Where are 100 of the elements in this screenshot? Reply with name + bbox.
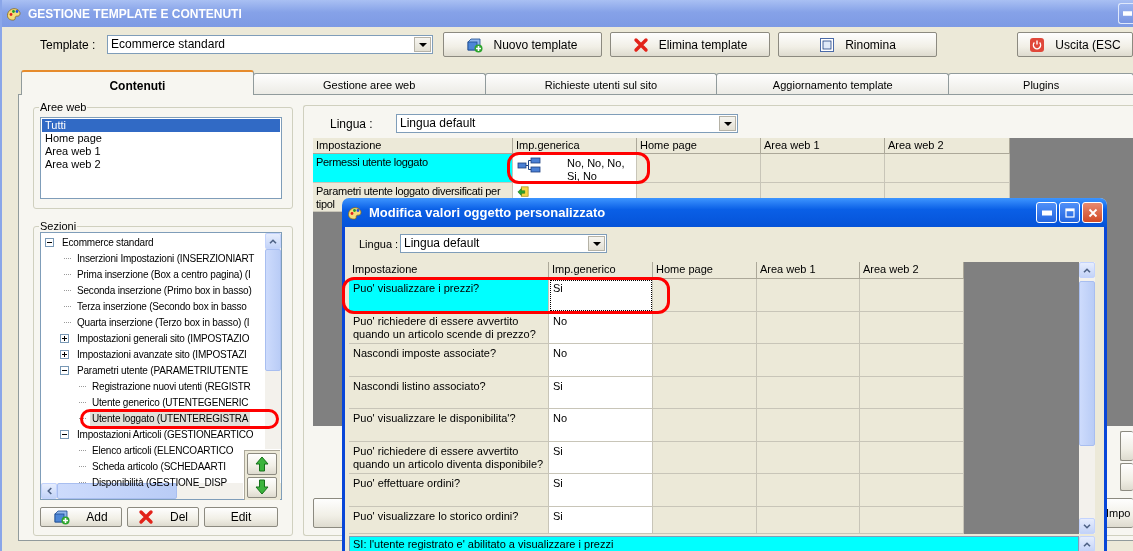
side-button[interactable]: [1120, 463, 1133, 491]
up-arrow-icon: [254, 455, 270, 472]
list-item[interactable]: Home page: [42, 132, 280, 145]
group-label: Aree web: [39, 101, 88, 113]
toolbar-button[interactable]: Uscita (ESC: [1017, 32, 1133, 57]
scroll-up-button[interactable]: [1079, 262, 1095, 278]
field-label: Lingua :: [359, 237, 400, 250]
scroll-down-button[interactable]: [1079, 518, 1095, 534]
toolbar-button[interactable]: Rinomina: [778, 32, 937, 57]
list-box[interactable]: Tutti Home page Area web 1 Area web 2: [40, 117, 282, 199]
minimize-button[interactable]: [1118, 3, 1133, 24]
tab[interactable]: Plugins: [948, 73, 1133, 94]
cross-icon: [138, 509, 154, 525]
tree-item[interactable]: Utente generico (UTENTEGENERIC: [90, 394, 251, 410]
plus-icon[interactable]: [60, 349, 69, 359]
down-arrow-icon: [254, 479, 270, 496]
table-cell: Puo' visualizzare i prezzi?: [349, 279, 549, 312]
list-item[interactable]: Area web 1: [42, 145, 280, 158]
column-header[interactable]: Area web 2: [885, 138, 1010, 154]
table-cell[interactable]: Si: [549, 474, 653, 507]
palette-icon: [6, 5, 22, 22]
tree-item[interactable]: Parametri utente (PARAMETRIUTENTE: [75, 362, 251, 378]
description-field: SI: l'utente registrato e' abilitato a visualizzare i prezzi: [349, 536, 1079, 551]
column-header[interactable]: Area web 1: [757, 262, 860, 279]
column-header[interactable]: Impostazione: [313, 138, 513, 154]
chevron-up-icon: [1083, 541, 1091, 547]
tree-item[interactable]: Impostazioni avanzate sito (IMPOSTAZI: [75, 346, 249, 362]
chevron-up-icon: [1083, 267, 1091, 273]
list-item[interactable]: Area web 2: [42, 158, 280, 171]
table-cell: Permessi utente loggato: [313, 154, 513, 183]
tab[interactable]: Contenuti: [21, 70, 254, 95]
minus-icon[interactable]: [60, 429, 69, 439]
template-dropdown[interactable]: Ecommerce standard: [107, 35, 433, 54]
field-label: Template :: [40, 37, 97, 52]
scroll-left-button[interactable]: [41, 483, 57, 499]
action-button[interactable]: Del: [127, 507, 199, 527]
table-cell[interactable]: Si: [549, 376, 653, 409]
tree-item[interactable]: Registrazione nuovi utenti (REGISTR: [90, 378, 253, 394]
scroll-thumb[interactable]: [1079, 281, 1095, 446]
hierarchy-icon: [517, 157, 541, 173]
scroll-up-button[interactable]: [1079, 536, 1095, 551]
table-cell[interactable]: Si: [549, 279, 653, 312]
chevron-up-icon: [269, 238, 277, 244]
move-down-button[interactable]: [247, 476, 277, 498]
table-cell[interactable]: Si: [549, 506, 653, 534]
side-button[interactable]: [1120, 431, 1133, 461]
chevron-down-icon: [1083, 523, 1091, 529]
tree-item[interactable]: Seconda inserzione (Primo box in basso): [75, 282, 254, 298]
caret-icon: [592, 241, 601, 246]
column-header[interactable]: Area web 1: [761, 138, 885, 154]
close-icon: [1087, 207, 1098, 218]
maximize-icon: [1064, 207, 1075, 218]
dropdown-button[interactable]: [588, 236, 605, 251]
tree-item[interactable]: Terza inserzione (Secondo box in basso: [75, 298, 249, 314]
minimize-icon: [1123, 9, 1132, 18]
tree-item[interactable]: Disponibilità (GESTIONE_DISP: [90, 474, 229, 490]
tab[interactable]: Gestione aree web: [252, 73, 486, 94]
tree-item[interactable]: Ecommerce standard: [60, 234, 156, 250]
column-header[interactable]: Area web 2: [860, 262, 964, 279]
tree-view[interactable]: [40, 232, 282, 500]
table-cell[interactable]: Si: [549, 441, 653, 474]
toolbar-button[interactable]: Elimina template: [610, 32, 770, 57]
toolbar-button[interactable]: Nuovo template: [443, 32, 602, 57]
caret-icon: [418, 42, 427, 47]
table-cell[interactable]: No: [549, 344, 653, 377]
scroll-up-button[interactable]: [265, 233, 281, 249]
cell-value: No, No, No, Si, No: [567, 157, 625, 182]
action-button[interactable]: Add: [40, 507, 122, 527]
minus-icon[interactable]: [45, 237, 54, 247]
tab[interactable]: Richieste utenti sul sito: [484, 73, 718, 94]
minus-icon[interactable]: [60, 365, 69, 375]
window-title: GESTIONE TEMPLATE E CONTENUTI: [28, 6, 242, 21]
tree-item[interactable]: Inserzioni Impostazioni (INSERZIONIART: [75, 250, 257, 266]
column-header[interactable]: Home page: [637, 138, 761, 154]
table-cell[interactable]: No: [549, 409, 653, 442]
tree-item[interactable]: Impostazioni Articoli (GESTIONEARTICO: [75, 426, 256, 442]
maximize-button[interactable]: [1059, 202, 1080, 223]
chevron-left-icon: [46, 487, 52, 495]
plus-icon[interactable]: [60, 333, 69, 343]
tree-item[interactable]: Scheda articolo (SCHEDAARTI: [90, 458, 228, 474]
scroll-thumb[interactable]: [265, 249, 281, 371]
group-label: Sezioni: [39, 220, 78, 232]
close-button[interactable]: [1082, 202, 1103, 223]
list-item[interactable]: Tutti: [42, 119, 280, 132]
move-up-button[interactable]: [247, 453, 277, 475]
tree-item[interactable]: Elenco articoli (ELENCOARTICO: [90, 442, 236, 458]
tree-item[interactable]: Prima inserzione (Box a centro pagina) (I: [75, 266, 253, 282]
tab[interactable]: Aggiornamento template: [716, 73, 950, 94]
power-icon: [1029, 36, 1046, 53]
tree-item[interactable]: Impostazioni generali sito (IMPOSTAZIO: [75, 330, 252, 346]
language-dropdown[interactable]: Lingua default: [396, 114, 738, 133]
column-header[interactable]: Home page: [653, 262, 757, 279]
language-dropdown[interactable]: Lingua default: [400, 234, 607, 253]
dropdown-button[interactable]: [719, 116, 736, 131]
box-plus-icon: [54, 509, 71, 525]
tree-item[interactable]: Quarta inserzione (Terzo box in basso) (I: [75, 314, 252, 330]
cross-icon: [632, 36, 649, 53]
dropdown-button[interactable]: [414, 37, 431, 52]
action-button[interactable]: Edit: [204, 507, 278, 527]
caret-icon: [723, 121, 732, 126]
